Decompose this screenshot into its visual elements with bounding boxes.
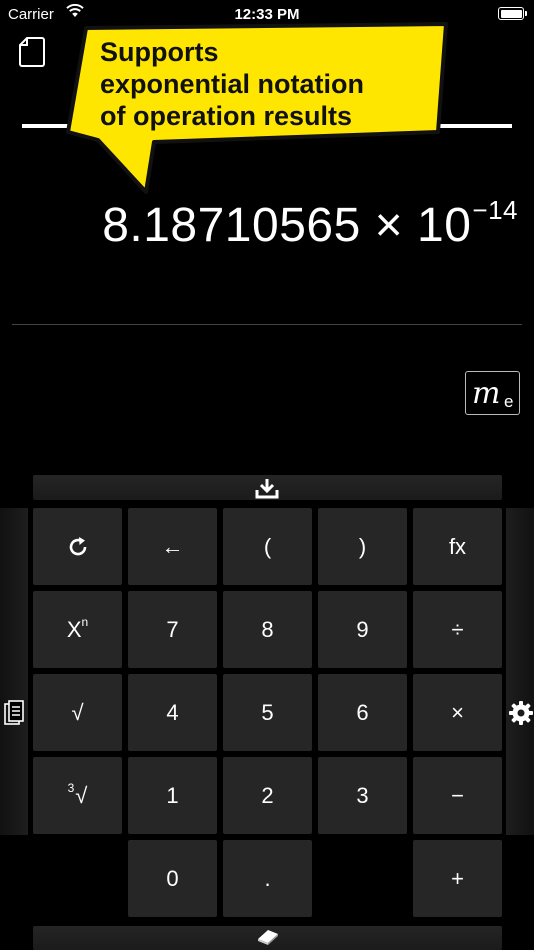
key-prefix: 3: [67, 780, 75, 795]
key-3[interactable]: 3: [318, 757, 407, 834]
left-side-panel[interactable]: [0, 508, 28, 835]
gear-icon[interactable]: [508, 700, 534, 726]
subtract-key[interactable]: −: [413, 757, 502, 834]
document-icon[interactable]: [18, 36, 46, 68]
key-label: −: [451, 782, 464, 808]
key-label: ×: [451, 699, 464, 725]
expression-divider-right: [440, 124, 512, 128]
me-subscript: e: [504, 392, 514, 411]
key-label: 7: [166, 616, 179, 642]
result-divider: [12, 324, 522, 325]
square-root-key[interactable]: √: [33, 674, 122, 751]
add-key[interactable]: +: [413, 840, 502, 917]
key-0[interactable]: 0: [128, 840, 217, 917]
key-label: 0: [166, 865, 179, 891]
function-key[interactable]: fx: [413, 508, 502, 585]
key-label: X: [66, 616, 82, 642]
open-paren-key[interactable]: (: [223, 508, 312, 585]
backspace-key[interactable]: ←: [128, 508, 217, 585]
key-label: .: [264, 865, 271, 891]
clipboard-icon[interactable]: [3, 700, 25, 726]
me-symbol: m: [472, 376, 501, 411]
eraser-icon[interactable]: [255, 926, 281, 946]
decimal-key[interactable]: .: [223, 840, 312, 917]
key-label: fx: [448, 533, 467, 559]
key-7[interactable]: 7: [128, 591, 217, 668]
key-1[interactable]: 1: [128, 757, 217, 834]
key-4[interactable]: 4: [128, 674, 217, 751]
key-label: 9: [356, 616, 369, 642]
key-2[interactable]: 2: [223, 757, 312, 834]
key-label: 8: [261, 616, 274, 642]
electron-mass-button[interactable]: m e: [465, 371, 520, 415]
key-9[interactable]: 9: [318, 591, 407, 668]
key-label: 3: [356, 782, 369, 808]
power-key[interactable]: Xn: [33, 591, 122, 668]
key-label: ÷: [451, 616, 464, 642]
key-8[interactable]: 8: [223, 591, 312, 668]
callout-line: of operation results: [100, 101, 353, 131]
divide-key[interactable]: ÷: [413, 591, 502, 668]
callout-line: Supports: [100, 37, 219, 67]
close-paren-key[interactable]: ): [318, 508, 407, 585]
key-6[interactable]: 6: [318, 674, 407, 751]
key-label: 1: [166, 782, 179, 808]
right-side-panel[interactable]: [506, 508, 534, 835]
refresh-icon: [69, 536, 86, 555]
reset-key[interactable]: [33, 508, 122, 585]
result-exponent: −14: [472, 195, 518, 225]
callout-line: exponential notation: [100, 69, 365, 99]
battery-icon: [498, 7, 527, 20]
key-label: 4: [166, 699, 179, 725]
key-superscript: n: [81, 614, 89, 629]
cube-root-key[interactable]: 3 √: [33, 757, 122, 834]
key-label: √: [75, 782, 88, 808]
back-arrow-icon: ←: [161, 533, 184, 559]
key-5[interactable]: 5: [223, 674, 312, 751]
feature-callout-text: Supports exponential notation of operati…: [100, 36, 420, 132]
result-base: 10: [417, 199, 472, 252]
multiply-key[interactable]: ×: [413, 674, 502, 751]
result-times: ×: [374, 199, 404, 252]
key-label: 5: [261, 699, 274, 725]
key-label: 6: [356, 699, 369, 725]
key-label: +: [451, 865, 464, 891]
key-label: ): [358, 533, 367, 559]
result-mantissa: 8.18710565: [102, 199, 361, 252]
key-label: 2: [261, 782, 274, 808]
download-icon[interactable]: [254, 477, 280, 499]
result-display: 8.18710565 × 10−14: [102, 195, 518, 253]
key-label: √: [71, 699, 84, 725]
key-label: (: [263, 533, 272, 559]
